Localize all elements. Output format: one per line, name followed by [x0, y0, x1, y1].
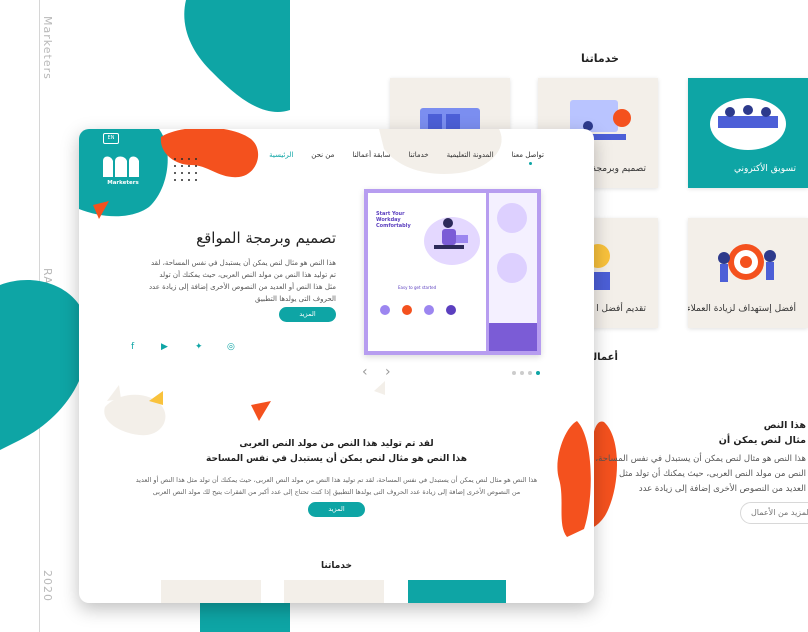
youtube-icon[interactable]: ▶: [161, 342, 168, 352]
mockup-right-footer: [489, 323, 537, 351]
back-service-card-4[interactable]: أفضل إستهداف لزيادة العملاء: [688, 218, 808, 328]
teal-blob-left: [0, 280, 89, 450]
nav-active-indicator: [529, 162, 532, 165]
back-service-card-5-label: تقديم أفضل ا: [596, 304, 646, 314]
section-paragraph: هذا النص هو مثال لنص يمكن أن يستبدل في ن…: [135, 476, 538, 496]
mockup-feature-icon-1: [380, 305, 390, 315]
nav-item-portfolio[interactable]: سابقة أعمالنا: [352, 151, 390, 159]
nav-item-blog[interactable]: المدونة التعليمية: [447, 151, 494, 159]
slider-dot-4-active[interactable]: [536, 371, 540, 375]
mockup-subheading: Easy to get started: [398, 285, 437, 290]
facebook-icon[interactable]: f: [131, 342, 134, 352]
slider-prev-icon[interactable]: ‹: [362, 364, 368, 380]
mockup-feature-icon-3: [424, 305, 434, 315]
teal-blob-top: [184, 0, 290, 112]
nav-item-services[interactable]: خدماتنا: [409, 151, 429, 159]
back-text-line-3: العديد من النصوص الأخرى إضافة إلى زيادة …: [638, 484, 806, 494]
slider-dot-3[interactable]: [528, 371, 532, 375]
main-nav: الرئيسية من نحن سابقة أعمالنا خدماتنا ال…: [269, 151, 544, 159]
back-service-card-4-label: أفضل إستهداف لزيادة العملاء: [688, 304, 796, 314]
mockup-feature-icons: [380, 305, 456, 315]
hero-title: تصميم وبرمجة المواقع: [196, 229, 336, 247]
slider-dot-2[interactable]: [520, 371, 524, 375]
hero-mockup-image: Start Your Workday Comfortably Easy to g…: [364, 189, 541, 355]
front-service-card-2[interactable]: [284, 580, 384, 603]
language-toggle[interactable]: EN: [103, 133, 119, 144]
instagram-icon[interactable]: ◎: [227, 342, 235, 352]
back-service-card-1-label: تسويق الأكتروني: [733, 164, 796, 174]
mockup-headline: Start Your Workday Comfortably: [376, 211, 411, 229]
slider-dots: [512, 371, 540, 375]
mockup-right-circle-1: [497, 203, 527, 233]
section-heading-line-2: هذا النص هو مثال لنص يمكن أن يستبدل في ن…: [206, 454, 467, 464]
nav-item-home[interactable]: الرئيسية: [269, 151, 293, 159]
back-service-card-2-label: تصميم وبرمجة: [591, 164, 646, 174]
mockup-page-right: [489, 193, 537, 351]
beige-triangle-left: [107, 385, 121, 401]
nav-item-about[interactable]: من نحن: [311, 151, 334, 159]
section-heading-line-1: لقد تم توليد هذا النص من مولد النص العرب…: [239, 439, 434, 449]
mockup-feature-icon-4: [446, 305, 456, 315]
logo-mark-icon: [103, 156, 139, 177]
slider-dot-1[interactable]: [512, 371, 516, 375]
nav-item-contact[interactable]: تواصل معنا: [512, 151, 544, 159]
mockup-feature-icon-2: [402, 305, 412, 315]
back-text-line-2: النص من مولد النص العربى، حيث يمكنك أن ت…: [619, 469, 806, 479]
twitter-icon[interactable]: ✦: [195, 342, 203, 352]
section-more-button[interactable]: المزيد: [308, 502, 365, 517]
hero-text: هذا النص هو مثال لنص يمكن أن يستبدل في ن…: [148, 259, 336, 303]
hero-more-button[interactable]: المزيد: [279, 307, 336, 322]
orange-triangle-mid: [251, 401, 271, 421]
front-page-preview: EN Marketers الرئيسية من نحن سابقة أعمال…: [79, 129, 594, 603]
slider-next-icon[interactable]: ›: [385, 364, 391, 380]
mockup-right-circle-2: [497, 253, 527, 283]
mockup-person-illustration: [424, 217, 480, 265]
back-more-works-button[interactable]: المزيد من الأعمال: [740, 502, 808, 524]
back-text-line-1: هذا النص هو مثال لنص يمكن أن يستبدل في ن…: [581, 454, 806, 464]
back-services-title: خدماتنا: [581, 52, 619, 65]
back-text-title-2: مثال لنص يمكن أن: [718, 435, 806, 446]
mockup-page-left: Start Your Workday Comfortably Easy to g…: [368, 193, 486, 351]
logo-text: Marketers: [107, 180, 139, 186]
mockup-headline-line-3: Comfortably: [376, 223, 411, 229]
beige-triangle-right: [374, 381, 385, 395]
back-works-title: أعمالـ: [590, 352, 618, 363]
front-service-card-3[interactable]: [161, 580, 261, 603]
orange-blob-top: [160, 129, 259, 178]
back-service-card-1[interactable]: تسويق الأكتروني: [688, 78, 808, 188]
back-text-title-1: هذا النص: [763, 420, 806, 431]
front-service-card-1[interactable]: [408, 580, 506, 603]
front-services-title: خدماتنا: [320, 561, 353, 571]
